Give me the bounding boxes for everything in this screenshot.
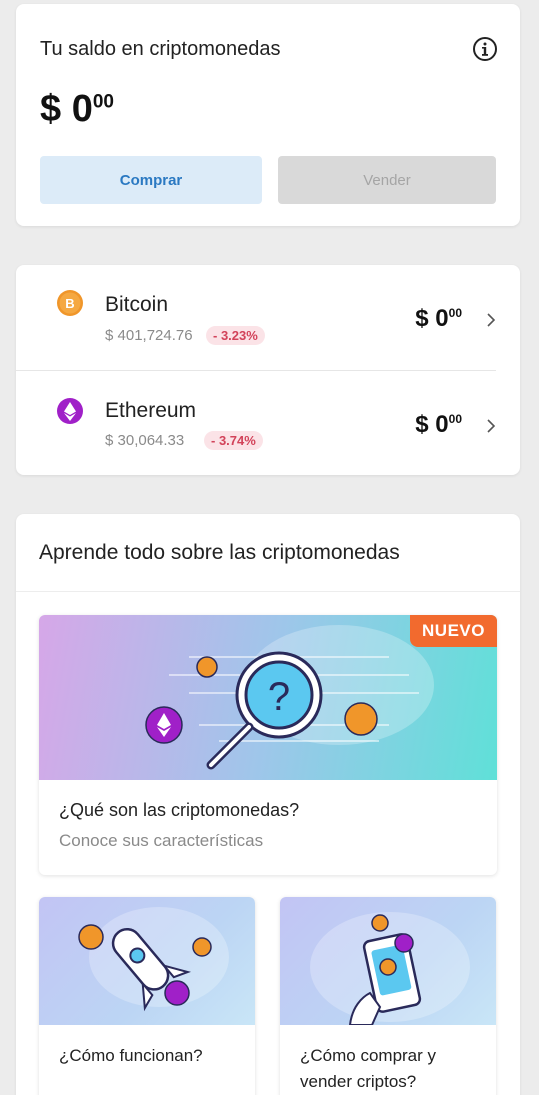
coin-row-ethereum[interactable]: Ethereum $ 30,064.33 - 3.74% $ 000 xyxy=(16,371,520,476)
sell-button[interactable]: Vender xyxy=(278,156,496,204)
learn-title: Aprende todo sobre las criptomonedas xyxy=(39,541,400,564)
coin-row-bitcoin[interactable]: B Bitcoin $ 401,724.76 - 3.23% $ 000 xyxy=(16,265,520,371)
featured-illustration: ? NUEVO xyxy=(39,615,497,780)
article-title: ¿Qué son las criptomonedas? xyxy=(59,800,300,820)
rocket-illustration xyxy=(39,897,255,1025)
balance-card: Tu saldo en criptomonedas $ 000 Comprar … xyxy=(16,4,520,226)
coin-name: Bitcoin xyxy=(105,293,169,316)
info-icon[interactable] xyxy=(472,36,498,62)
coin-price: $ 30,064.33 xyxy=(105,432,185,449)
coin-balance: $ 000 xyxy=(415,411,462,438)
article-subtitle: Conoce sus características xyxy=(59,831,264,850)
balance-title: Tu saldo en criptomonedas xyxy=(40,38,281,60)
featured-article-card[interactable]: ? NUEVO ¿Qué son las criptomonedas? Cono… xyxy=(39,615,497,875)
svg-text:?: ? xyxy=(268,675,290,719)
ethereum-icon xyxy=(57,398,83,424)
article-title: ¿Cómo comprar y vender criptos? xyxy=(300,1046,437,1092)
buy-button[interactable]: Comprar xyxy=(40,156,262,204)
chevron-right-icon xyxy=(487,419,496,433)
article-title: ¿Cómo funcionan? xyxy=(59,1046,203,1065)
coin-price: $ 401,724.76 xyxy=(105,327,193,344)
balance-amount: $ 000 xyxy=(40,88,114,130)
new-badge: NUEVO xyxy=(410,615,497,647)
article-card-how-it-works[interactable]: ¿Cómo funcionan? xyxy=(39,897,255,1095)
coin-change-badge: - 3.23% xyxy=(206,326,265,345)
phone-illustration xyxy=(280,897,496,1026)
chevron-right-icon xyxy=(487,313,496,327)
coin-change-badge: - 3.74% xyxy=(204,431,263,450)
bitcoin-icon: B xyxy=(57,290,83,316)
article-card-buy-sell[interactable]: ¿Cómo comprar y vender criptos? xyxy=(280,897,496,1095)
learn-section: Aprende todo sobre las criptomonedas ? N… xyxy=(16,514,520,1095)
coin-name: Ethereum xyxy=(105,399,197,422)
divider xyxy=(16,591,520,592)
svg-text:B: B xyxy=(65,296,74,311)
coin-balance: $ 000 xyxy=(415,305,462,332)
coins-list: B Bitcoin $ 401,724.76 - 3.23% $ 000 Eth… xyxy=(16,265,520,475)
